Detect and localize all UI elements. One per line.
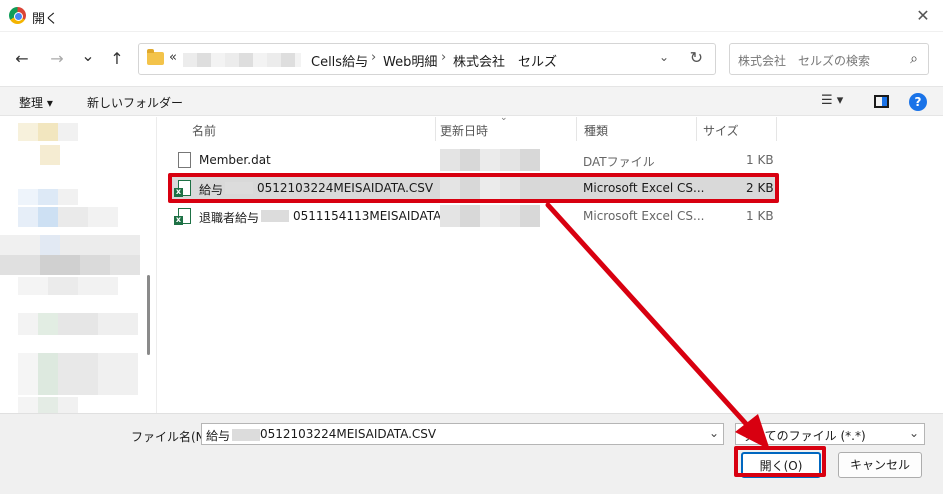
- redacted-date: [440, 205, 540, 227]
- up-button[interactable]: ↑: [106, 48, 128, 70]
- file-size: 1 KB: [746, 153, 774, 167]
- file-name-suffix: 0511154113MEISAIDATA....: [293, 209, 457, 223]
- redacted-item[interactable]: [0, 235, 140, 255]
- command-bar: 整理 ▾ 新しいフォルダー ☰ ▾ ?: [0, 86, 943, 116]
- file-name-prefix: 退職者給与: [199, 211, 260, 225]
- cancel-button[interactable]: キャンセル: [838, 452, 922, 478]
- redacted-date: [440, 149, 540, 171]
- search-icon: ⌕: [910, 51, 918, 67]
- file-size: 2 KB: [746, 181, 774, 195]
- back-button[interactable]: ←: [11, 48, 33, 70]
- document-icon: [178, 152, 191, 168]
- search-input[interactable]: 株式会社 セルズの検索 ⌕: [729, 43, 929, 75]
- file-name-suffix: 0512103224MEISAIDATA.CSV: [257, 181, 434, 195]
- file-list: ⌄ 名前 更新日時 種類 サイズ Member.dat DATファイル 1 KB…: [158, 113, 943, 413]
- chevron-down-icon[interactable]: ⌄: [709, 426, 719, 440]
- column-header-type[interactable]: 種類: [584, 122, 608, 139]
- redacted-date: [440, 177, 540, 199]
- redacted-item[interactable]: [18, 277, 118, 295]
- address-bar[interactable]: « Cells給与 › Web明細 › 株式会社 セルズ ⌄ ↻: [138, 43, 716, 75]
- breadcrumb-separator[interactable]: ›: [371, 50, 376, 65]
- overflow-chevron[interactable]: «: [169, 50, 177, 65]
- filetype-value: すべてのファイル (*.*): [742, 429, 866, 443]
- forward-button[interactable]: →: [46, 48, 68, 70]
- file-name: Member.dat: [199, 153, 271, 167]
- sort-indicator-icon: ⌄: [500, 113, 508, 123]
- redacted-item[interactable]: [40, 145, 60, 165]
- folder-icon: [147, 49, 164, 65]
- recent-locations-button[interactable]: ⌄: [77, 45, 99, 67]
- dialog-footer: ファイル名(N): 給与 0512103224MEISAIDATA.CSV ⌄ …: [0, 413, 943, 494]
- file-type: Microsoft Excel CS...: [583, 181, 705, 195]
- redacted-item[interactable]: [18, 207, 118, 227]
- close-button[interactable]: ✕: [911, 4, 935, 28]
- file-row-kyuyo-csv[interactable]: 給与 0512103224MEISAIDATA.CSV Microsoft Ex…: [170, 175, 778, 201]
- column-divider[interactable]: [435, 117, 436, 141]
- column-divider[interactable]: [576, 117, 577, 141]
- redacted-name-part: [261, 210, 289, 222]
- file-size: 1 KB: [746, 209, 774, 223]
- filename-input[interactable]: 給与 0512103224MEISAIDATA.CSV ⌄: [201, 423, 724, 445]
- navigation-bar: ← → ⌄ ↑ « Cells給与 › Web明細 › 株式会社 セルズ ⌄ ↻…: [0, 32, 943, 86]
- chrome-icon: [9, 7, 26, 24]
- breadcrumb-cells-kyuyo[interactable]: Cells給与: [311, 51, 368, 70]
- title-bar: 開く ✕: [0, 0, 943, 32]
- navigation-pane: [0, 117, 157, 413]
- redacted-name-part: [232, 429, 260, 441]
- preview-pane-icon[interactable]: [874, 95, 889, 108]
- breadcrumb-separator[interactable]: ›: [441, 50, 446, 65]
- sidebar-scrollbar[interactable]: [147, 275, 150, 355]
- window-title: 開く: [32, 12, 59, 27]
- redacted-item[interactable]: [18, 123, 78, 141]
- file-name-prefix: 給与: [199, 183, 224, 197]
- open-button[interactable]: 開く(O): [741, 452, 821, 478]
- redacted-item[interactable]: [18, 397, 78, 413]
- filename-value-prefix: 給与: [206, 429, 231, 443]
- file-type: Microsoft Excel CS...: [583, 209, 705, 223]
- new-folder-button[interactable]: 新しいフォルダー: [87, 94, 183, 111]
- breadcrumb-web-meisai[interactable]: Web明細: [383, 51, 437, 70]
- address-dropdown-icon[interactable]: ⌄: [659, 50, 669, 64]
- column-header-size[interactable]: サイズ: [703, 122, 739, 139]
- refresh-icon[interactable]: ↻: [690, 48, 703, 67]
- filetype-select[interactable]: すべてのファイル (*.*) ⌄: [735, 423, 925, 445]
- file-row-member-dat[interactable]: Member.dat DATファイル 1 KB: [170, 147, 778, 173]
- organize-menu[interactable]: 整理 ▾: [19, 94, 53, 111]
- file-row-taishoku-csv[interactable]: 退職者給与 0511154113MEISAIDATA.... Microsoft…: [170, 203, 778, 229]
- view-options-icon[interactable]: ☰ ▾: [821, 93, 843, 108]
- chevron-down-icon[interactable]: ⌄: [909, 426, 919, 440]
- excel-csv-icon: [174, 180, 191, 197]
- redacted-path: [183, 53, 301, 67]
- column-divider[interactable]: [696, 117, 697, 141]
- breadcrumb-company[interactable]: 株式会社 セルズ: [453, 51, 557, 70]
- redacted-item[interactable]: [18, 189, 78, 205]
- redacted-name-part: [225, 182, 253, 194]
- redacted-item[interactable]: [0, 255, 140, 275]
- column-header-name[interactable]: 名前: [192, 122, 216, 139]
- search-placeholder: 株式会社 セルズの検索: [738, 54, 871, 68]
- column-header-date[interactable]: 更新日時: [440, 122, 488, 139]
- column-divider[interactable]: [776, 117, 777, 141]
- help-icon[interactable]: ?: [909, 93, 927, 111]
- redacted-item[interactable]: [18, 353, 138, 395]
- redacted-item[interactable]: [18, 313, 138, 335]
- filename-value-suffix: 0512103224MEISAIDATA.CSV: [260, 427, 437, 441]
- excel-csv-icon: [174, 208, 191, 225]
- file-type: DATファイル: [583, 155, 655, 169]
